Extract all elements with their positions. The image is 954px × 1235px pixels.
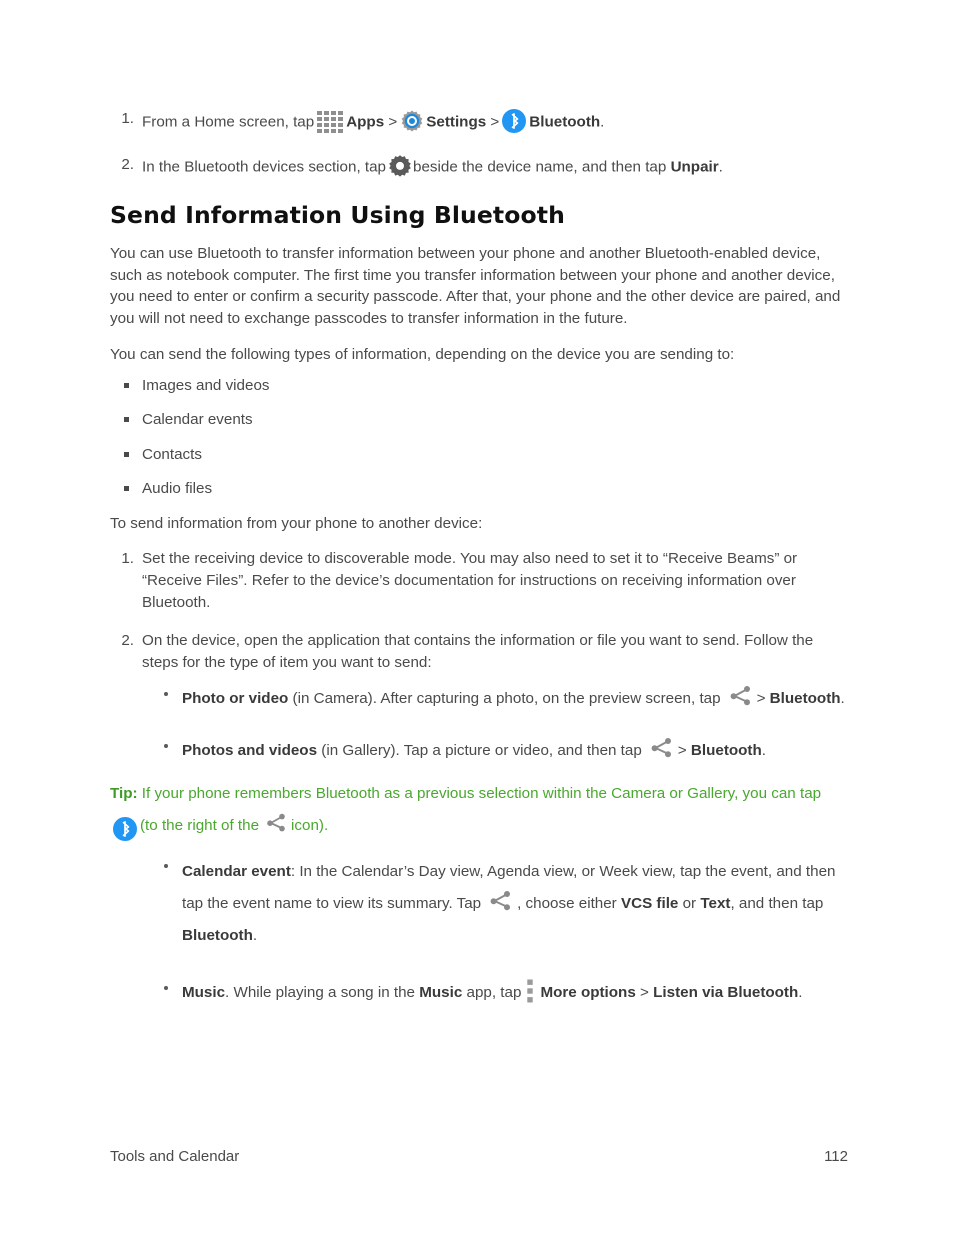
step-bold-bluetooth: Bluetooth xyxy=(529,113,601,131)
step-separator-2: > xyxy=(490,113,500,131)
footer-section-title: Tools and Calendar xyxy=(110,1148,240,1165)
share-icon xyxy=(647,736,675,760)
substep-calendar-event: Calendar event: In the Calendar’s Day vi… xyxy=(156,856,850,952)
tip-text-2: (to the right of the xyxy=(140,816,260,834)
apps-grid-icon xyxy=(316,110,346,134)
document-page: 1. From a Home screen, tap Apps > Settin… xyxy=(0,0,954,1235)
tip-label: Tip: xyxy=(110,784,138,802)
substep-bold-more-options: More options xyxy=(540,984,636,1001)
bluetooth-icon xyxy=(112,816,138,842)
gear-icon xyxy=(388,154,412,177)
step-text-part2: beside the device name, and then tap xyxy=(413,158,667,176)
step-number: 2. xyxy=(121,632,134,650)
substep-text-2: app, tap xyxy=(466,984,522,1001)
list-item: Contacts xyxy=(110,444,850,466)
step-bold-unpair: Unpair xyxy=(670,158,719,176)
step-bold-settings: Settings xyxy=(426,113,487,131)
send-substeps-list-a: Photo or video (in Camera). After captur… xyxy=(156,684,850,766)
substep-period: . xyxy=(840,690,845,707)
substep-bold-vcs: VCS file xyxy=(620,894,679,912)
tip-paragraph: Tip: If your phone remembers Bluetooth a… xyxy=(110,778,850,842)
step-bold-apps: Apps xyxy=(346,113,385,131)
share-icon xyxy=(726,684,754,708)
step-text: On the device, open the application that… xyxy=(142,632,814,672)
send-steps-list: 1. Set the receiving device to discovera… xyxy=(110,548,850,674)
substep-bold-listen-via: Listen via Bluetooth xyxy=(653,984,799,1001)
substep-period: . xyxy=(252,926,258,944)
step-text: Set the receiving device to discoverable… xyxy=(142,550,798,611)
top-step-1: 1. From a Home screen, tap Apps > Settin… xyxy=(110,108,850,137)
step-period: . xyxy=(600,113,605,131)
substep-text-4: or xyxy=(682,894,697,912)
substep-bold-lead: Photos and videos xyxy=(182,742,318,759)
step-text-part1: From a Home screen, tap xyxy=(142,113,315,131)
substep-text-1: . While playing a song in the xyxy=(225,984,416,1001)
step-period: . xyxy=(718,158,723,176)
share-icon xyxy=(486,889,514,913)
page-title: Send Information Using Bluetooth xyxy=(110,201,565,229)
top-steps-list: 1. From a Home screen, tap Apps > Settin… xyxy=(110,108,850,181)
substep-bold-text: Text xyxy=(700,894,731,912)
substep-text: (in Gallery). Tap a picture or video, an… xyxy=(321,742,642,759)
share-icon xyxy=(263,812,289,834)
substep-bold-bluetooth: Bluetooth xyxy=(769,690,841,707)
substep-text-3: , choose either xyxy=(517,894,617,912)
settings-gear-icon xyxy=(399,109,425,133)
substep-music: Music. While playing a song in the Music… xyxy=(156,978,850,1008)
step-separator-1: > xyxy=(388,113,398,131)
substep-text-5: , and then tap xyxy=(730,894,824,912)
substep-bold-bluetooth: Bluetooth xyxy=(182,926,253,944)
substep-separator: > xyxy=(677,742,687,759)
list-item: Audio files xyxy=(110,478,850,500)
list-item: Images and videos xyxy=(110,375,850,397)
page-footer: Tools and Calendar 112 xyxy=(110,1148,848,1165)
list-item: Calendar events xyxy=(110,409,850,431)
page-content: 1. From a Home screen, tap Apps > Settin… xyxy=(110,108,850,1030)
types-intro-paragraph: You can send the following types of info… xyxy=(110,346,735,363)
step-number: 2. xyxy=(121,156,134,173)
substep-period: . xyxy=(798,984,803,1001)
substep-photos-and-videos: Photos and videos (in Gallery). Tap a pi… xyxy=(156,736,850,766)
substep-bold-bluetooth: Bluetooth xyxy=(690,742,762,759)
tip-text-3: icon). xyxy=(291,816,329,834)
tip-text-1: If your phone remembers Bluetooth as a p… xyxy=(141,784,822,802)
footer-page-number: 112 xyxy=(824,1148,848,1165)
types-list: Images and videos Calendar events Contac… xyxy=(110,375,850,500)
step-text-part1: In the Bluetooth devices section, tap xyxy=(142,158,387,176)
step-number: 1. xyxy=(121,110,134,127)
substep-separator: > xyxy=(640,984,649,1001)
bluetooth-icon xyxy=(501,108,527,134)
substep-period: . xyxy=(761,742,766,759)
more-options-icon xyxy=(524,978,536,1004)
send-step-2: 2. On the device, open the application t… xyxy=(110,630,850,674)
step-number: 1. xyxy=(121,550,134,567)
substep-text-1: : In the Calendar’s Day view, Agenda vie… xyxy=(290,862,773,880)
substep-bold-lead: Music xyxy=(182,984,226,1001)
intro-paragraph: You can use Bluetooth to transfer inform… xyxy=(110,245,841,327)
send-step-1: 1. Set the receiving device to discovera… xyxy=(110,548,850,613)
substep-text: (in Camera). After capturing a photo, on… xyxy=(292,690,721,707)
substep-bold-lead: Photo or video xyxy=(182,690,289,707)
top-step-2: 2. In the Bluetooth devices section, tap… xyxy=(110,154,850,181)
substep-photo-or-video: Photo or video (in Camera). After captur… xyxy=(156,684,850,714)
send-substeps-list-b: Calendar event: In the Calendar’s Day vi… xyxy=(156,856,850,1008)
substep-separator: > xyxy=(756,690,766,707)
send-intro-paragraph: To send information from your phone to a… xyxy=(110,514,483,532)
substep-bold-lead: Calendar event xyxy=(182,862,291,880)
substep-bold-music-app: Music xyxy=(419,984,463,1001)
